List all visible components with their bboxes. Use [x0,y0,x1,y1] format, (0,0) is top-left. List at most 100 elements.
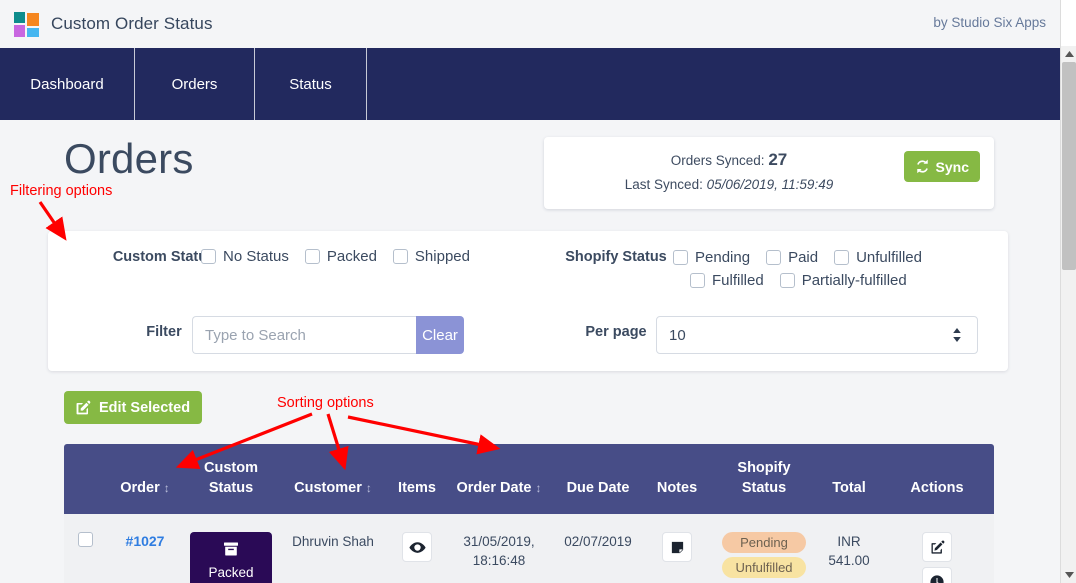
checkbox-box[interactable] [766,250,782,265]
page-scrollbar[interactable] [1060,0,1076,583]
annotation-filtering-options: Filtering options [10,183,113,199]
cell-notes [644,514,710,583]
search-input[interactable] [192,316,416,354]
th-actions: Actions [910,480,964,496]
checkbox-pending[interactable]: Pending [673,249,750,266]
nav-filler [367,48,1060,120]
nav-item-label: Dashboard [30,75,104,93]
checkbox-box[interactable] [690,273,705,288]
checkbox-label: Fulfilled [712,272,764,289]
checkbox-box[interactable] [201,249,216,264]
sort-updown-icon[interactable]: ↕ [366,481,372,495]
checkbox-label: Packed [326,248,377,265]
th-select-all [64,444,106,514]
scroll-down-arrow-icon[interactable] [1061,567,1076,583]
nav-item-dashboard[interactable]: Dashboard [0,48,135,120]
checkbox-box[interactable] [392,249,408,264]
cell-select [64,514,106,583]
app-title: Custom Order Status [51,14,213,33]
last-synced-value: 05/06/2019, 11:59:49 [706,177,834,192]
last-synced-label: Last Synced: [624,177,703,192]
edit-order-button[interactable] [922,532,952,562]
nav-item-label: Orders [171,75,218,93]
app-window: Custom Order Status by Studio Six Apps D… [0,0,1076,583]
notes-button[interactable] [662,532,692,562]
sync-status-card: Orders Synced: 27 Last Synced: 05/06/201… [544,137,994,209]
checkbox-label: Pending [695,249,751,266]
checkbox-label: No Status [223,248,289,265]
view-items-button[interactable] [402,532,432,562]
cell-order: #1027 [106,514,184,583]
th-order-date[interactable]: Order Date ↕ [446,444,552,514]
th-items: Items [398,480,436,496]
orders-synced-count: 27 [768,150,788,169]
th-customer[interactable]: Customer ↕ [278,444,388,514]
checkbox-box[interactable] [304,249,320,264]
sort-updown-icon[interactable]: ↕ [535,481,541,495]
row-checkbox[interactable] [77,532,93,547]
cell-custom-status: Packed [184,514,278,583]
page-viewport: Custom Order Status by Studio Six Apps D… [0,0,1060,583]
scroll-up-arrow-icon[interactable] [1061,46,1076,62]
th-notes: Notes [656,480,698,496]
orders-table: Order ↕ Custom Status Customer ↕ Items Ord… [64,444,994,583]
custom-status-label: Packed [208,564,254,580]
edit-icon [931,540,944,554]
sync-button-label: Sync [935,158,969,175]
checkbox-box[interactable] [779,273,795,288]
nav-item-orders[interactable]: Orders [135,48,255,120]
clear-button[interactable]: Clear [416,316,464,354]
shopify-status-label: Shopify Status [565,249,667,265]
archive-box-icon [224,542,238,555]
per-page-select[interactable]: 10 [656,316,978,354]
checkbox-unfulfilled[interactable]: Unfulfilled [834,249,922,266]
checkbox-box[interactable] [834,250,850,265]
annotation-sorting-options: Sorting options [277,395,374,411]
scrollbar-track-top [1061,0,1076,46]
cell-due-date: 02/07/2019 [552,514,644,583]
page-title: Orders [64,135,194,182]
custom-status-badge[interactable]: Packed [190,532,272,583]
edit-selected-label: Edit Selected [99,399,191,416]
checkbox-box[interactable] [673,250,688,265]
cell-customer: Dhruvin Shah [278,514,388,583]
checkbox-packed[interactable]: Packed [304,248,377,265]
refresh-icon [916,159,928,174]
th-custom-status: Custom Status [204,460,258,496]
checkbox-label: Paid [788,249,819,266]
filter-panel: Custom Status Shopify Status Filter Per … [48,231,1008,371]
checkbox-paid[interactable]: Paid [766,249,818,266]
table-header-row: Order ↕ Custom Status Customer ↕ Items Ord… [64,444,994,514]
edit-selected-button[interactable]: Edit Selected [64,391,203,424]
sticky-note-icon [671,541,683,553]
filter-search-group: Clear [192,316,464,354]
actions-group [884,532,990,583]
nav-item-label: Status [289,75,332,93]
sync-button[interactable]: Sync [903,151,980,182]
four-squares-logo-icon [14,11,39,37]
checkbox-label: Partially-fulfilled [801,272,907,289]
per-page-select-group: 10 [656,316,978,354]
checkbox-shipped[interactable]: Shipped [392,248,470,265]
table-row: #1027 Packed Dhruvin Shah 31/05/2019, 18… [64,514,994,583]
checkbox-fulfilled[interactable]: Fulfilled [690,272,764,289]
th-total: Total [832,480,866,496]
scrollbar-thumb[interactable] [1062,62,1076,270]
status-badge-pending: Pending [722,532,806,553]
order-link[interactable]: #1027 [126,533,165,549]
nav-item-status[interactable]: Status [255,48,367,120]
checkbox-label: Unfulfilled [856,249,922,266]
custom-status-checkbox-group: No Status Packed Shipped [201,248,486,265]
sync-info: Orders Synced: 27 Last Synced: 05/06/201… [544,150,914,192]
cell-items [388,514,446,583]
sort-updown-icon[interactable]: ↕ [164,481,170,495]
cell-total: INR 541.00 [818,514,880,583]
checkbox-label: Shipped [414,248,470,265]
th-order[interactable]: Order ↕ [106,444,184,514]
vendor-byline: by Studio Six Apps [933,15,1046,30]
cell-order-date: 31/05/2019, 18:16:48 [446,514,552,583]
history-button[interactable] [922,567,952,583]
th-shopify-status: Shopify Status [737,460,791,496]
checkbox-no-status[interactable]: No Status [201,248,289,265]
checkbox-partially-fulfilled[interactable]: Partially-fulfilled [779,272,907,289]
